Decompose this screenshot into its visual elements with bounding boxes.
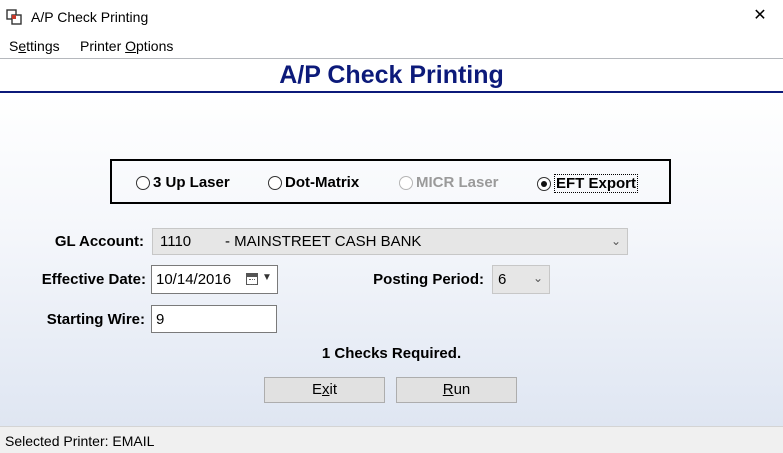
radio-indicator <box>136 175 150 190</box>
checks-required-text: 1 Checks Required. <box>321 345 462 362</box>
app-window-icon <box>6 9 22 25</box>
radio-eft-export[interactable]: EFT Export <box>537 174 639 193</box>
radio-micr-laser: MICR Laser <box>399 174 499 191</box>
menu-settings[interactable]: Settings <box>9 38 60 54</box>
starting-wire-label: Starting Wire: <box>46 311 145 328</box>
starting-wire-value: 9 <box>156 311 165 328</box>
radio-label: Dot-Matrix <box>285 174 360 191</box>
close-button[interactable]: ✕ <box>737 0 783 33</box>
page-title: A/P Check Printing <box>279 61 504 89</box>
effective-date-label: Effective Date: <box>41 271 146 288</box>
calendar-icon[interactable] <box>246 273 258 285</box>
radio-label: EFT Export <box>554 174 639 193</box>
gl-account-select[interactable]: 1110 - MAINSTREET CASH BANK ⌄ <box>152 228 628 255</box>
posting-period-select[interactable]: 6 ⌄ <box>492 265 550 294</box>
posting-period-label: Posting Period: <box>373 271 484 288</box>
radio-indicator <box>399 175 413 190</box>
page-header: A/P Check Printing <box>0 59 783 91</box>
radio-indicator <box>537 176 551 191</box>
gl-account-name: - MAINSTREET CASH BANK <box>225 233 422 250</box>
effective-date-value: 10/14/2016 <box>156 271 232 288</box>
dropdown-arrow-icon[interactable]: ▼ <box>262 272 272 283</box>
starting-wire-input[interactable]: 9 <box>151 305 277 333</box>
radio-dot-matrix[interactable]: Dot-Matrix <box>268 174 359 191</box>
radio-label: MICR Laser <box>416 174 499 191</box>
window-title: A/P Check Printing <box>31 9 149 25</box>
posting-period-value: 6 <box>498 271 507 288</box>
run-button[interactable]: Run <box>396 377 517 403</box>
exit-button[interactable]: Exit <box>264 377 385 403</box>
main-panel: 3 Up Laser Dot-Matrix MICR Laser EFT Exp… <box>0 93 783 426</box>
radio-label: 3 Up Laser <box>153 174 230 191</box>
chevron-down-icon: ⌄ <box>533 271 544 285</box>
status-bar: Selected Printer: EMAIL <box>0 426 783 453</box>
title-bar: A/P Check Printing ✕ <box>0 0 783 33</box>
menu-bar: Settings Printer Options <box>0 33 783 58</box>
effective-date-picker[interactable]: 10/14/2016 ▼ <box>151 265 278 294</box>
radio-3-up-laser[interactable]: 3 Up Laser <box>136 174 230 191</box>
radio-indicator <box>268 175 282 190</box>
menu-printer-options[interactable]: Printer Options <box>80 38 173 54</box>
print-format-group: 3 Up Laser Dot-Matrix MICR Laser EFT Exp… <box>110 159 671 204</box>
selected-printer-status: Selected Printer: EMAIL <box>5 433 155 449</box>
gl-account-code: 1110 <box>160 233 192 250</box>
chevron-down-icon: ⌄ <box>611 234 622 248</box>
gl-account-label: GL Account: <box>54 233 144 250</box>
